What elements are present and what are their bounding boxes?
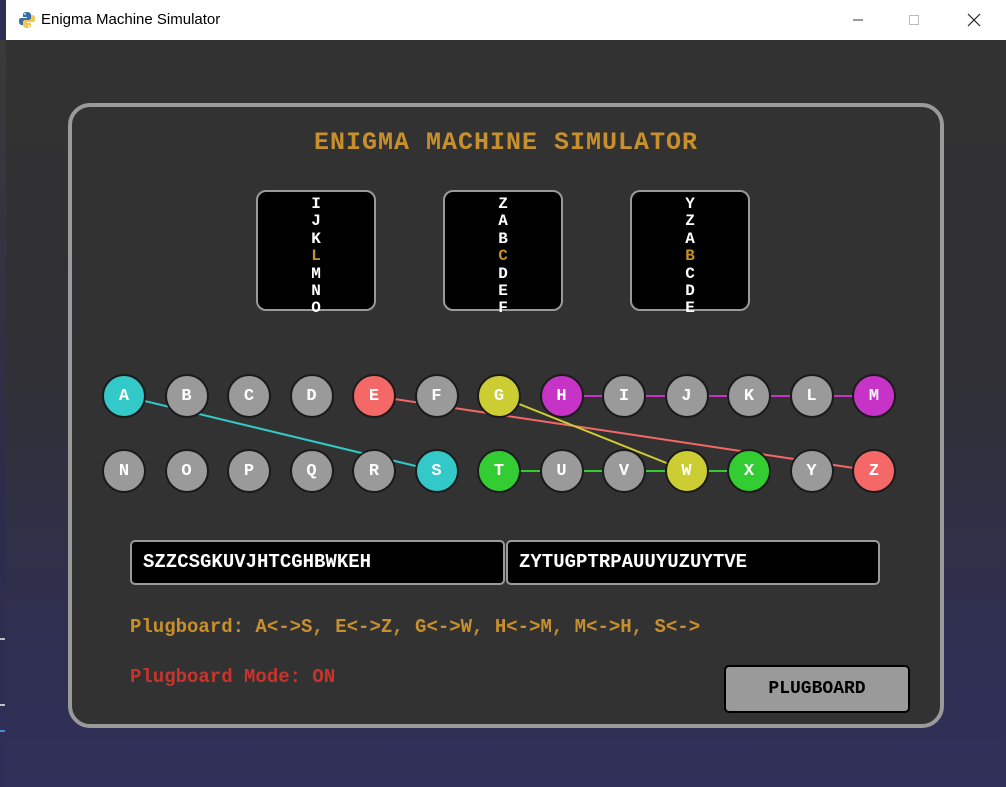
desktop-fragment	[0, 730, 5, 732]
input-text-box[interactable]: SZZCSGKUVJHTCGHBWKEH	[130, 540, 505, 585]
plug-cable-g-w	[498, 395, 687, 472]
key-o[interactable]: O	[164, 449, 209, 493]
plugboard-connections-text: Plugboard: A<->S, E<->Z, G<->W, H<->M, M…	[130, 616, 701, 638]
key-u[interactable]: U	[539, 449, 584, 493]
key-v[interactable]: V	[602, 449, 646, 493]
title-bar[interactable]: Enigma Machine Simulator	[6, 0, 1006, 41]
desktop-fragment	[0, 704, 5, 706]
key-d[interactable]: D	[289, 374, 334, 418]
key-f[interactable]: F	[414, 374, 459, 418]
key-j[interactable]: J	[664, 374, 709, 418]
key-c[interactable]: C	[227, 374, 271, 418]
key-q[interactable]: Q	[289, 449, 334, 493]
key-s[interactable]: S	[414, 449, 459, 493]
key-w[interactable]: W	[664, 449, 709, 493]
python-icon	[19, 12, 35, 28]
key-y[interactable]: Y	[789, 449, 834, 493]
app-window: Enigma Machine Simulator ENIGMA MACHINE …	[6, 0, 1006, 787]
minimize-icon	[853, 19, 863, 21]
plugboard-mode-status: Plugboard Mode: ON	[130, 666, 336, 688]
desktop-fragment	[0, 638, 5, 640]
key-k[interactable]: K	[727, 374, 771, 418]
key-p[interactable]: P	[227, 449, 271, 493]
key-m[interactable]: M	[852, 374, 896, 418]
minimize-button[interactable]	[835, 0, 881, 40]
key-e[interactable]: E	[352, 374, 396, 418]
key-a[interactable]: A	[102, 374, 146, 418]
key-t[interactable]: T	[477, 449, 521, 493]
close-button[interactable]	[951, 0, 997, 40]
maximize-button[interactable]	[891, 0, 937, 40]
key-l[interactable]: L	[789, 374, 834, 418]
key-b[interactable]: B	[164, 374, 209, 418]
app-canvas: ENIGMA MACHINE SIMULATOR IJKLMNO ZABCDEF…	[6, 40, 1006, 787]
output-text-box[interactable]: ZYTUGPTRPAUUYUZUYTVE	[506, 540, 880, 585]
key-n[interactable]: N	[102, 449, 146, 493]
key-i[interactable]: I	[602, 374, 646, 418]
key-z[interactable]: Z	[852, 449, 896, 493]
close-icon	[967, 13, 981, 27]
maximize-icon	[909, 15, 919, 25]
plugboard-button[interactable]: PLUGBOARD	[724, 665, 910, 713]
key-r[interactable]: R	[352, 449, 396, 493]
key-g[interactable]: G	[477, 374, 521, 418]
key-x[interactable]: X	[727, 449, 771, 493]
window-title: Enigma Machine Simulator	[41, 11, 221, 28]
key-h[interactable]: H	[539, 374, 584, 418]
